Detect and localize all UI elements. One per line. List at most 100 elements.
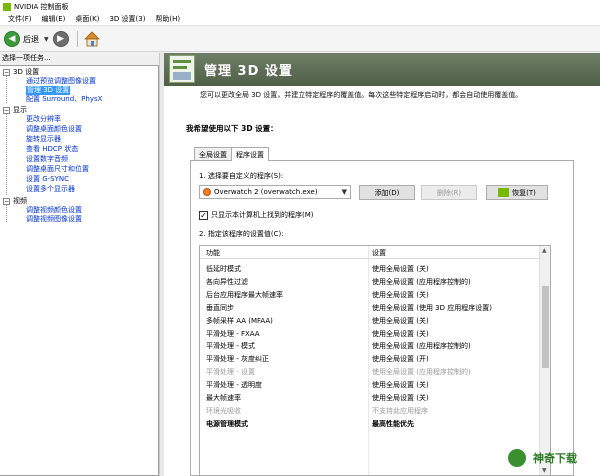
toolbar: ◀ 后退 ▼ ▶: [0, 27, 600, 52]
setting-value[interactable]: 使用全局设置 (应用程序控制的): [372, 367, 471, 377]
tree-item-video-color[interactable]: 调整视频颜色设置: [26, 206, 82, 215]
watermark-logo-icon: [506, 447, 528, 469]
setting-row[interactable]: 低延时模式 使用全局设置 (关): [200, 263, 540, 275]
setting-value[interactable]: 使用全局设置 (开): [372, 354, 429, 364]
scrollbar-thumb[interactable]: [542, 286, 549, 368]
tab-global-settings[interactable]: 全局设置: [194, 147, 232, 160]
tree-item-surround-physx[interactable]: 配置 Surround、PhysX: [26, 95, 102, 104]
home-icon[interactable]: [83, 31, 100, 47]
column-setting[interactable]: 设置: [372, 248, 386, 258]
back-arrow-icon[interactable]: ◀: [4, 31, 20, 47]
setting-value[interactable]: 使用全局设置 (应用程序控制的): [372, 341, 471, 351]
setting-value[interactable]: 使用全局设置 (关): [372, 316, 429, 326]
menu-bar: 文件(F) 编辑(E) 桌面(K) 3D 设置(3) 帮助(H): [0, 13, 600, 26]
setting-value[interactable]: 使用全局设置 (关): [372, 264, 429, 274]
tree-item-multi-display[interactable]: 设置多个显示器: [26, 185, 75, 194]
tree-category-3d[interactable]: −3D 设置: [3, 68, 39, 77]
setting-feature: 平滑处理 - 灰度纠正: [206, 355, 269, 364]
page-title: 管理 3D 设置: [204, 64, 293, 79]
setting-feature: 后台应用程序最大帧速率: [206, 290, 283, 299]
tree-item-video-image[interactable]: 调整视频图像设置: [26, 215, 82, 224]
setting-value[interactable]: 使用全局设置 (应用程序控制的): [372, 277, 471, 287]
tab-program-settings[interactable]: 程序设置: [231, 147, 269, 161]
nvidia-app-icon: [3, 2, 11, 11]
setting-value[interactable]: 使用全局设置 (使用 3D 应用程序设置): [372, 303, 492, 313]
checkbox-checked-icon[interactable]: ✓: [199, 210, 208, 220]
grid-header: 功能 设置: [200, 246, 540, 259]
tree-item-manage-3d[interactable]: 管理 3D 设置: [26, 86, 71, 95]
setting-value[interactable]: 最高性能优先: [372, 419, 414, 429]
tree-item-hdcp[interactable]: 查看 HDCP 状态: [26, 145, 78, 154]
tree-item-preview-image[interactable]: 通过预览调整图像设置: [26, 77, 96, 86]
setting-value[interactable]: 使用全局设置 (关): [372, 380, 429, 390]
3d-settings-icon: [169, 55, 195, 83]
setting-row[interactable]: 各向异性过滤 使用全局设置 (应用程序控制的): [200, 276, 540, 288]
window-title: NVIDIA 控制面板: [14, 2, 69, 11]
setting-row[interactable]: 平滑处理 - 模式 使用全局设置 (应用程序控制的): [200, 340, 540, 352]
back-button[interactable]: 后退: [23, 34, 39, 45]
setting-feature: 低延时模式: [206, 265, 241, 273]
tree-item-resolution[interactable]: 更改分辨率: [26, 115, 61, 124]
column-feature[interactable]: 功能: [206, 248, 220, 258]
setting-row[interactable]: 平滑处理 - FXAA 使用全局设置 (关): [200, 328, 540, 340]
setting-row[interactable]: 后台应用程序最大帧速率 使用全局设置 (关): [200, 289, 540, 301]
menu-help[interactable]: 帮助(H): [150, 14, 185, 24]
setting-value[interactable]: 使用全局设置 (关): [372, 329, 429, 339]
setting-value[interactable]: 使用全局设置 (关): [372, 393, 429, 403]
setting-feature: 平滑处理 - 透明度: [206, 381, 262, 390]
tree-category-video[interactable]: − 视频: [3, 197, 27, 206]
menu-desktop[interactable]: 桌面(K): [70, 14, 104, 24]
collapse-icon[interactable]: −: [3, 197, 10, 205]
menu-file[interactable]: 文件(F): [3, 14, 37, 24]
page-banner: 管理 3D 设置: [164, 53, 600, 86]
tree-guide-line: [6, 75, 7, 103]
setting-row[interactable]: 平滑处理 - 透明度 使用全局设置 (关): [200, 379, 540, 391]
tree-item-gsync[interactable]: 设置 G-SYNC: [26, 175, 69, 184]
tree-item-rotate[interactable]: 旋转显示器: [26, 135, 61, 144]
tree-guide-line: [6, 204, 7, 222]
setting-feature: 环境光吸收: [206, 406, 241, 415]
setting-row[interactable]: 多帧采样 AA (MFAA) 使用全局设置 (关): [200, 315, 540, 327]
restore-button-label: 恢复(T): [512, 188, 536, 197]
setting-row[interactable]: 电源管理模式 最高性能优先: [200, 418, 540, 430]
collapse-icon[interactable]: −: [3, 106, 10, 114]
program-select[interactable]: Overwatch 2 (overwatch.exe) ▼: [199, 185, 351, 199]
scroll-up-icon[interactable]: ▲: [542, 247, 547, 254]
setting-value[interactable]: 不支持此应用程序: [372, 406, 428, 416]
remove-program-button[interactable]: 删除(R): [421, 185, 477, 200]
select-program-label: 1. 选择要自定义的程序(S):: [199, 172, 284, 180]
setting-row[interactable]: 垂直同步 使用全局设置 (使用 3D 应用程序设置): [200, 302, 540, 314]
setting-row[interactable]: 平滑处理 - 设置 使用全局设置 (应用程序控制的): [200, 366, 540, 378]
toolbar-separator: [76, 31, 78, 47]
task-tree: −3D 设置 通过预览调整图像设置 管理 3D 设置 配置 Surround、P…: [0, 65, 159, 476]
tree-item-desktop-size[interactable]: 调整桌面尺寸和位置: [26, 165, 89, 174]
setting-value[interactable]: 使用全局设置 (关): [372, 290, 429, 300]
back-history-dropdown-icon[interactable]: ▼: [44, 36, 49, 43]
setting-feature: 垂直同步: [206, 303, 234, 312]
setting-row[interactable]: 环境光吸收 不支持此应用程序: [200, 405, 540, 417]
section-title: 我希望使用以下 3D 设置：: [186, 124, 278, 133]
setting-feature: 电源管理模式: [206, 419, 248, 428]
forward-arrow-icon[interactable]: ▶: [52, 31, 69, 47]
setting-feature: 各向异性过滤: [206, 277, 248, 286]
tree-item-desktop-color[interactable]: 调整桌面颜色设置: [26, 125, 82, 134]
settings-grid: 功能 设置 低延时模式 使用全局设置 (关) 各向异性过滤 使用全局设置 (应用程序控…: [199, 245, 551, 476]
tree-category-display[interactable]: − 显示: [3, 106, 27, 115]
setting-feature: 多帧采样 AA (MFAA): [206, 316, 273, 325]
tree-item-digital-audio[interactable]: 设置数字音频: [26, 155, 68, 164]
title-bar: NVIDIA 控制面板: [0, 0, 600, 13]
main-content: 管理 3D 设置 您可以更改全局 3D 设置，并建立特定程序的覆盖值。每次这些特…: [164, 53, 600, 476]
setting-row[interactable]: 最大帧速率 使用全局设置 (关): [200, 392, 540, 404]
setting-row[interactable]: 平滑处理 - 灰度纠正 使用全局设置 (开): [200, 353, 540, 365]
restore-button[interactable]: 恢复(T): [486, 185, 548, 200]
chevron-down-icon[interactable]: ▼: [342, 188, 347, 196]
setting-feature: 平滑处理 - 模式: [206, 342, 255, 351]
add-program-button[interactable]: 添加(D): [359, 185, 415, 200]
nvidia-logo-icon: [498, 188, 510, 197]
only-show-found-label: 只显示本计算机上找到的程序(M): [211, 211, 314, 219]
setting-feature: 最大帧速率: [206, 394, 241, 402]
menu-edit[interactable]: 编辑(E): [37, 14, 71, 24]
collapse-icon[interactable]: −: [3, 68, 10, 76]
only-show-found-checkbox[interactable]: ✓ 只显示本计算机上找到的程序(M): [199, 210, 314, 220]
menu-3d-settings[interactable]: 3D 设置(3): [104, 14, 150, 24]
